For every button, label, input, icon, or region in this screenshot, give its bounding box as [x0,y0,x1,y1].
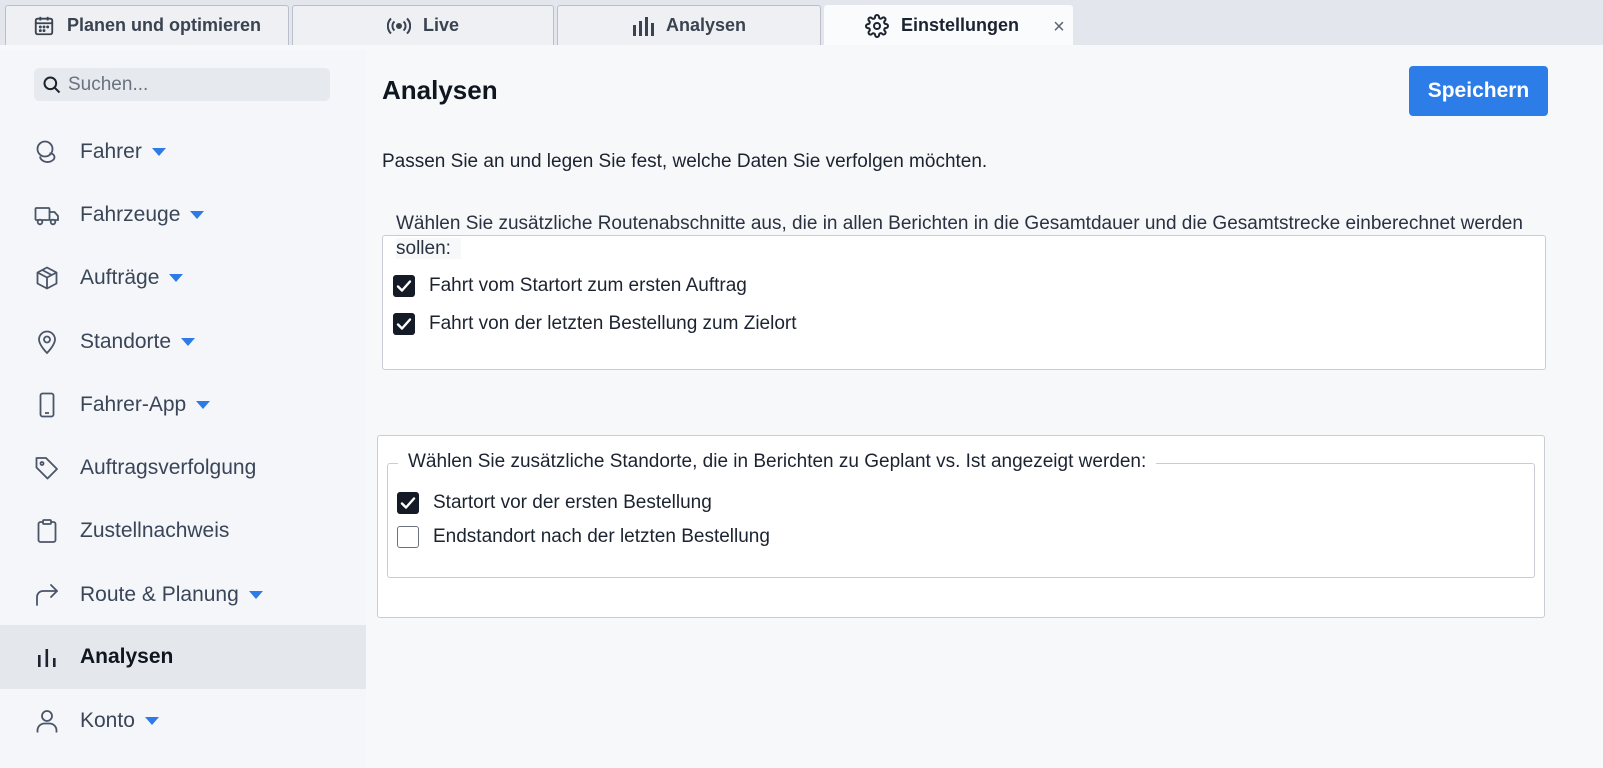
locations-legend: Wählen Sie zusätzliche Standorte, die in… [398,451,1157,473]
checkbox-start-to-first[interactable]: Fahrt vom Startort zum ersten Auftrag [393,275,747,297]
close-icon[interactable]: × [1046,16,1072,38]
tab-label: Live [422,15,460,35]
sidebar-item-label: Konto [80,709,135,732]
sidebar-item-label: Analysen [80,645,174,668]
tab-label: Planen und optimieren [66,15,262,35]
sidebar-item-label: Route & Planung [80,583,239,606]
checkbox-checked[interactable] [393,275,415,297]
tab-label: Einstellungen [901,15,1020,35]
sidebar-item-label: Aufträge [80,266,160,289]
sidebar: Fahrer Fahrzeuge Aufträge Standorte Fahr… [0,50,366,768]
sidebar-item-fahrer-app[interactable]: Fahrer-App [0,374,366,436]
sidebar-item-label: Fahrer [80,140,142,163]
checkbox-checked[interactable] [393,313,415,335]
chevron-down-icon[interactable] [169,274,184,282]
chevron-down-icon[interactable] [151,148,166,156]
intro-text: Passen Sie an und legen Sie fest, welche… [382,151,988,172]
chevron-down-icon[interactable] [144,717,159,725]
tab-analysen[interactable]: Analysen [557,5,821,45]
sidebar-item-label: Fahrzeuge [80,203,181,226]
tab-bar: Planen und optimieren Live Analysen Eins… [0,0,1603,45]
bar-chart-icon [632,15,654,37]
sidebar-item-standorte[interactable]: Standorte [0,311,366,373]
calendar-icon [33,15,55,37]
driver-icon [34,139,60,165]
gear-icon [865,13,889,38]
sidebar-item-label: Auftragsverfolgung [80,456,257,479]
sidebar-item-label: Fahrer-App [80,393,187,416]
locations-group [387,463,1535,578]
sidebar-item-label: Zustellnachweis [80,519,230,542]
search-input[interactable] [68,73,318,96]
checkbox-label: Startort vor der ersten Bestellung [433,492,712,513]
box-icon [34,265,60,291]
checkbox-label: Endstandort nach der letzten Bestellung [433,526,770,547]
tag-icon [34,455,60,481]
checkbox-label: Fahrt vom Startort zum ersten Auftrag [429,275,747,296]
checkbox-checked[interactable] [397,492,419,514]
search-icon [42,75,62,95]
checkbox-end-after-last[interactable]: Endstandort nach der letzten Bestellung [397,526,770,548]
checkbox-start-before-first[interactable]: Startort vor der ersten Bestellung [397,492,712,514]
phone-icon [34,392,60,418]
sidebar-item-route-planung[interactable]: Route & Planung [0,564,366,626]
save-button[interactable]: Speichern [1409,66,1548,116]
route-sections-legend: Wählen Sie zusätzliche Routenabschnitte … [396,213,1523,259]
sidebar-item-fahrer[interactable]: Fahrer [0,121,366,183]
sidebar-item-analysen[interactable]: Analysen [0,625,366,689]
bar-chart-icon [34,644,60,670]
broadcast-icon [386,16,411,36]
truck-icon [34,202,60,228]
sidebar-item-label: Standorte [80,330,172,353]
chevron-down-icon[interactable] [196,401,211,409]
sidebar-item-auftraege[interactable]: Aufträge [0,247,366,309]
chevron-down-icon[interactable] [248,591,263,599]
main-content: Analysen Speichern Passen Sie an und leg… [366,45,1603,768]
tab-label: Analysen [665,15,747,35]
sidebar-item-auftragsverfolgung[interactable]: Auftragsverfolgung [0,437,366,499]
sidebar-item-zustellnachweis[interactable]: Zustellnachweis [0,500,366,562]
user-icon [34,708,60,734]
checkbox-last-to-destination[interactable]: Fahrt von der letzten Bestellung zum Zie… [393,313,797,335]
location-pin-icon [34,329,60,355]
locations-group-container: Wählen Sie zusätzliche Standorte, die in… [377,435,1545,618]
tab-live[interactable]: Live [292,5,554,45]
tab-planen[interactable]: Planen und optimieren [5,5,289,45]
clipboard-icon [34,518,60,544]
tab-einstellungen[interactable]: Einstellungen × [824,5,1073,45]
search-box[interactable] [34,68,330,101]
checkbox-label: Fahrt von der letzten Bestellung zum Zie… [429,313,797,334]
chevron-down-icon[interactable] [190,211,205,219]
chevron-down-icon[interactable] [181,338,196,346]
page-title: Analysen [382,75,498,105]
checkbox-unchecked[interactable] [397,526,419,548]
sidebar-item-fahrzeuge[interactable]: Fahrzeuge [0,184,366,246]
sidebar-item-konto[interactable]: Konto [0,690,366,752]
route-arrow-icon [34,582,60,608]
